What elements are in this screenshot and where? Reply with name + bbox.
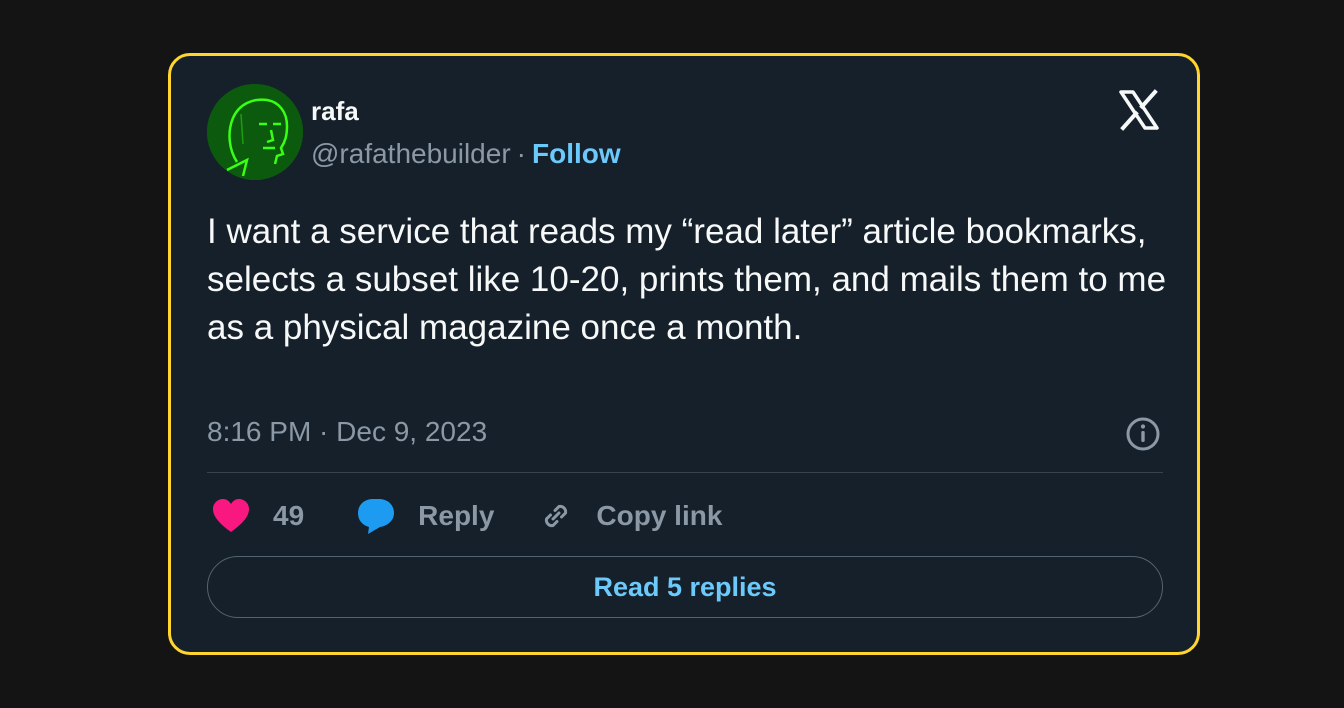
like-count: 49 (273, 500, 305, 531)
timestamp[interactable]: 8:16 PM · Dec 9, 2023 (207, 416, 487, 448)
like-button[interactable]: 49 (211, 498, 304, 534)
link-icon (538, 498, 574, 534)
speech-bubble-icon (356, 497, 396, 535)
handle[interactable]: @rafathebuilder (311, 138, 511, 169)
separator-dot: · (516, 138, 526, 169)
reply-label: Reply (418, 500, 495, 531)
handle-row: @rafathebuilder · Follow (311, 138, 621, 170)
read-replies-button[interactable]: Read 5 replies (207, 556, 1163, 618)
heart-icon (211, 498, 251, 534)
display-name[interactable]: rafa (311, 96, 359, 127)
avatar[interactable] (207, 84, 303, 180)
divider (207, 472, 1163, 473)
info-icon[interactable] (1125, 416, 1161, 452)
follow-button[interactable]: Follow (532, 138, 621, 169)
action-bar: 49 Reply Copy link (211, 494, 722, 538)
copy-link-button[interactable]: Copy link (538, 498, 722, 534)
x-logo-icon[interactable] (1117, 88, 1161, 132)
tweet-text: I want a service that reads my “read lat… (207, 212, 1167, 347)
read-replies-label: Read 5 replies (593, 571, 777, 602)
tweet-card: rafa @rafathebuilder · Follow I want a ser… (168, 53, 1200, 655)
reply-button[interactable]: Reply (356, 497, 494, 535)
copy-link-label: Copy link (596, 500, 723, 531)
